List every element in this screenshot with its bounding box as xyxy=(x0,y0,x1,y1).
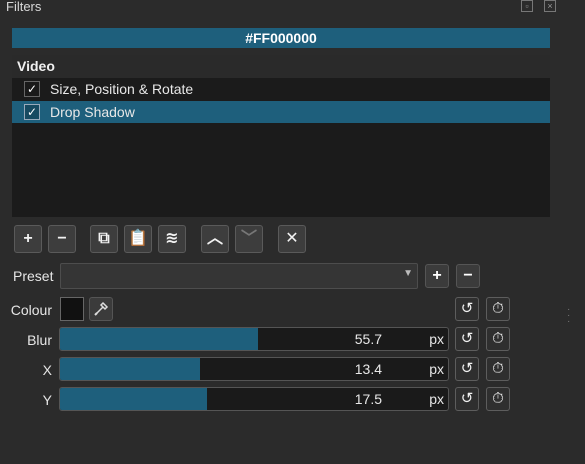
y-slider-fill xyxy=(60,388,208,410)
float-panel-button[interactable]: ▫ xyxy=(521,0,533,12)
reset-colour-button[interactable]: ↺ xyxy=(455,297,479,321)
filter-item-label: Drop Shadow xyxy=(50,104,135,120)
close-panel-button[interactable]: × xyxy=(544,0,556,12)
x-label: X xyxy=(42,362,52,378)
preset-label: Preset xyxy=(13,268,54,284)
blur-slider[interactable]: 55.7 px xyxy=(59,327,449,351)
add-preset-button[interactable]: + xyxy=(425,264,449,288)
reset-x-button[interactable]: ↺ xyxy=(455,357,479,381)
x-slider[interactable]: 13.4 px xyxy=(59,357,449,381)
blur-label: Blur xyxy=(27,332,52,348)
keyframe-y-button[interactable]: ⏱ xyxy=(486,387,510,411)
blur-unit: px xyxy=(429,331,444,347)
resize-grip[interactable]: · · · xyxy=(567,305,570,327)
blur-value[interactable]: 55.7 xyxy=(355,331,382,347)
reset-blur-button[interactable]: ↺ xyxy=(455,327,479,351)
filter-item-size-position-rotate[interactable]: ✓ Size, Position & Rotate xyxy=(12,78,550,100)
keyframe-blur-button[interactable]: ⏱ xyxy=(486,327,510,351)
checkbox-drop-shadow[interactable]: ✓ xyxy=(24,104,40,120)
deselect-filter-button[interactable]: ✕ xyxy=(278,225,306,253)
add-filter-button[interactable]: + xyxy=(14,225,42,253)
list-header: Video xyxy=(12,55,550,78)
preset-dropdown[interactable]: ▼ xyxy=(60,263,418,289)
remove-filter-button[interactable]: − xyxy=(48,225,76,253)
save-filter-set-button[interactable]: ≋ xyxy=(158,225,186,253)
paste-filters-button[interactable]: 📋 xyxy=(124,225,152,253)
list-header-label: Video xyxy=(17,58,55,74)
color-picker-button[interactable] xyxy=(89,297,113,321)
keyframe-x-button[interactable]: ⏱ xyxy=(486,357,510,381)
move-filter-down-button[interactable]: ﹀ xyxy=(235,225,263,253)
move-filter-up-button[interactable]: ︿ xyxy=(201,225,229,253)
x-unit: px xyxy=(429,361,444,377)
colour-label: Colour xyxy=(10,302,52,318)
x-value[interactable]: 13.4 xyxy=(355,361,382,377)
x-slider-fill xyxy=(60,358,200,380)
y-unit: px xyxy=(429,391,444,407)
reset-y-button[interactable]: ↺ xyxy=(455,387,479,411)
y-label: Y xyxy=(42,392,52,408)
filter-list[interactable]: Video ✓ Size, Position & Rotate ✓ Drop S… xyxy=(12,55,550,217)
keyframe-colour-button[interactable]: ⏱ xyxy=(486,297,510,321)
y-value[interactable]: 17.5 xyxy=(355,391,382,407)
delete-preset-button[interactable]: − xyxy=(456,264,480,288)
checkbox-size-position-rotate[interactable]: ✓ xyxy=(24,81,40,97)
filter-item-drop-shadow[interactable]: ✓ Drop Shadow xyxy=(12,101,550,123)
filter-item-label: Size, Position & Rotate xyxy=(50,81,194,97)
colour-swatch[interactable] xyxy=(60,297,84,321)
eyedropper-icon xyxy=(94,301,109,316)
current-color-bar: #FF000000 xyxy=(12,28,550,48)
chevron-down-icon: ▼ xyxy=(403,268,413,279)
blur-slider-fill xyxy=(60,328,258,350)
panel-titlebar: Filters ▫ × xyxy=(0,0,585,14)
y-slider[interactable]: 17.5 px xyxy=(59,387,449,411)
panel-title: Filters xyxy=(6,0,42,14)
copy-filters-button[interactable]: ⧉ xyxy=(90,225,118,253)
